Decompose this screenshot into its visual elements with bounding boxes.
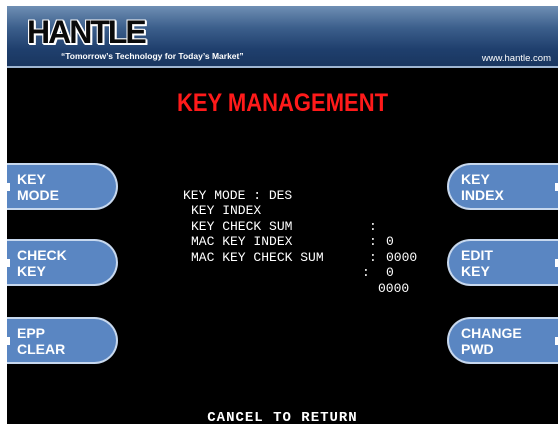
key-info-panel: KEY MODE : DES KEY INDEX : 0 KEY CHECK S… bbox=[183, 172, 417, 296]
website-url: www.hantle.com bbox=[481, 53, 551, 64]
button-label-line2: PWD bbox=[461, 341, 494, 357]
check-key-button[interactable]: CHECK KEY bbox=[7, 239, 118, 286]
info-value: 0000 bbox=[378, 280, 410, 296]
button-label-line2: INDEX bbox=[461, 187, 504, 203]
key-index-button[interactable]: KEY INDEX bbox=[447, 163, 558, 210]
page-title: KEY MANAGEMENT bbox=[176, 89, 389, 117]
button-label-line1: KEY bbox=[17, 171, 46, 187]
info-separator: : bbox=[369, 234, 377, 249]
info-separator: : bbox=[369, 218, 377, 234]
info-row: MAC KEY INDEX : 0 bbox=[183, 219, 394, 280]
info-row: KEY CHECK SUM : 0000 bbox=[183, 203, 417, 265]
button-label-line1: EDIT bbox=[461, 247, 493, 263]
button-label-line2: CLEAR bbox=[17, 341, 66, 357]
cancel-instruction: CANCEL TO RETURN bbox=[207, 410, 358, 424]
button-label-line1: CHANGE bbox=[461, 325, 522, 341]
info-label: MAC KEY CHECK SUM bbox=[191, 249, 324, 265]
change-pwd-button[interactable]: CHANGE PWD bbox=[447, 317, 558, 364]
info-value: 0 bbox=[386, 234, 394, 249]
button-label-line1: KEY bbox=[461, 171, 490, 187]
info-value: 0 bbox=[386, 265, 394, 280]
info-row: KEY INDEX : 0 bbox=[183, 188, 394, 249]
button-label-line1: EPP bbox=[17, 325, 46, 341]
button-label-line2: MODE bbox=[17, 187, 59, 203]
key-mode-line: KEY MODE : DES bbox=[183, 172, 292, 203]
tagline: “Tomorrow’s Technology for Today’s Marke… bbox=[61, 51, 244, 61]
hantle-logo: HANTLE bbox=[27, 14, 147, 50]
edit-key-button[interactable]: EDIT KEY bbox=[447, 239, 558, 286]
info-separator: : bbox=[362, 265, 370, 280]
info-row: MAC KEY CHECK SUM : 0000 bbox=[183, 234, 409, 296]
info-separator: : bbox=[369, 249, 377, 265]
key-mode-button[interactable]: KEY MODE bbox=[7, 163, 118, 210]
button-label-line2: KEY bbox=[461, 263, 490, 279]
button-label-line1: CHECK bbox=[17, 247, 67, 263]
epp-clear-button[interactable]: EPP CLEAR bbox=[7, 317, 118, 364]
info-value: 0000 bbox=[386, 249, 418, 265]
button-label-line2: KEY bbox=[17, 263, 46, 279]
header-banner: HANTLE “Tomorrow’s Technology for Today’… bbox=[7, 6, 558, 68]
atm-screen: HANTLE “Tomorrow’s Technology for Today’… bbox=[7, 6, 558, 424]
